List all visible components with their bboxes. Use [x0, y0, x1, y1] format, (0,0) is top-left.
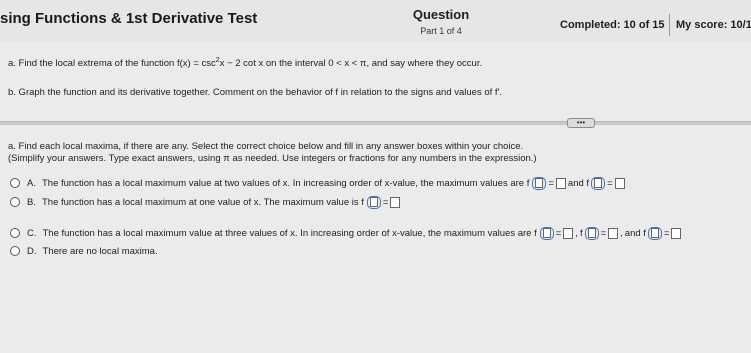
choice-c-x2-input[interactable]	[587, 228, 596, 238]
part-label: Part 1 of 4	[420, 26, 462, 36]
choice-a-x2-group	[591, 176, 606, 190]
choice-c-x2-group	[584, 226, 599, 240]
instruction-line-2: (Simplify your answers. Type exact answe…	[8, 153, 537, 164]
choice-c-radio[interactable]	[10, 228, 20, 238]
more-button[interactable]: •••	[567, 118, 595, 128]
choice-c[interactable]: C. The function has a local maximum valu…	[10, 226, 682, 240]
choice-a-val1-input[interactable]	[555, 177, 566, 189]
choice-c-text: The function has a local maximum value a…	[42, 227, 537, 239]
choice-a-and: and f	[567, 177, 590, 189]
completed-status: Completed: 10 of 15	[560, 19, 665, 31]
choice-d-radio[interactable]	[10, 246, 20, 256]
choice-b-x-input[interactable]	[369, 197, 378, 207]
choice-a-text: The function has a local maximum value a…	[41, 177, 530, 189]
choice-a-val2-input[interactable]	[614, 177, 625, 189]
choice-c-comma2: ,	[620, 227, 623, 239]
choice-a-eq2: =	[607, 177, 613, 189]
choice-a-x2-input[interactable]	[594, 178, 603, 188]
choice-b-radio[interactable]	[10, 197, 20, 207]
choice-c-f2: f	[579, 227, 583, 239]
assignment-title: sing Functions & 1st Derivative Test	[0, 10, 258, 27]
choice-c-val3-input[interactable]	[671, 227, 682, 239]
prompt-part-a: a. Find the local extrema of the functio…	[8, 57, 482, 69]
choice-b-x-group	[366, 195, 381, 209]
choice-c-eq2: =	[600, 227, 607, 239]
choice-a[interactable]: A. The function has a local maximum valu…	[10, 176, 626, 190]
choice-c-x1-input[interactable]	[542, 228, 551, 238]
choice-c-eq3: =	[663, 227, 670, 239]
choice-b-eq: =	[382, 196, 389, 208]
section-divider	[0, 121, 751, 125]
choice-d[interactable]: D. There are no local maxima.	[10, 244, 160, 258]
header-divider	[669, 14, 670, 36]
prompt-a-prefix: a. Find the local extrema of the functio…	[8, 58, 216, 70]
choice-a-letter: A.	[27, 177, 36, 189]
choice-a-radio[interactable]	[10, 178, 20, 188]
choice-a-eq1: =	[548, 177, 554, 189]
choice-c-x3-group	[647, 226, 662, 240]
choice-c-comma1: ,	[575, 227, 578, 239]
choice-c-val1-input[interactable]	[563, 227, 574, 239]
choice-c-val2-input[interactable]	[608, 227, 619, 239]
my-score[interactable]: My score: 10/1	[676, 19, 751, 31]
choice-b[interactable]: B. The function has a local maximum at o…	[10, 195, 401, 209]
question-label: Question	[412, 7, 470, 22]
choice-a-x1-input[interactable]	[535, 178, 544, 188]
choice-c-x1-group	[539, 226, 554, 240]
choice-c-x3-input[interactable]	[650, 228, 659, 238]
header-bar: sing Functions & 1st Derivative Test Que…	[0, 0, 751, 42]
choice-b-letter: B.	[27, 196, 36, 208]
choice-c-and: and f	[624, 227, 646, 239]
choice-b-val-input[interactable]	[390, 196, 401, 208]
choice-d-text: There are no local maxima.	[42, 245, 158, 257]
choice-c-eq1: =	[555, 227, 562, 239]
choice-a-x1-group	[532, 176, 547, 190]
prompt-part-b: b. Graph the function and its derivative…	[8, 87, 502, 98]
choice-b-text: The function has a local maximum at one …	[41, 196, 364, 208]
choice-d-letter: D.	[27, 245, 37, 257]
instruction-line-1: a. Find each local maxima, if there are …	[8, 141, 524, 152]
prompt-a-suffix: x − 2 cot x on the interval 0 < x < π, a…	[219, 58, 483, 70]
choice-c-letter: C.	[27, 227, 37, 239]
